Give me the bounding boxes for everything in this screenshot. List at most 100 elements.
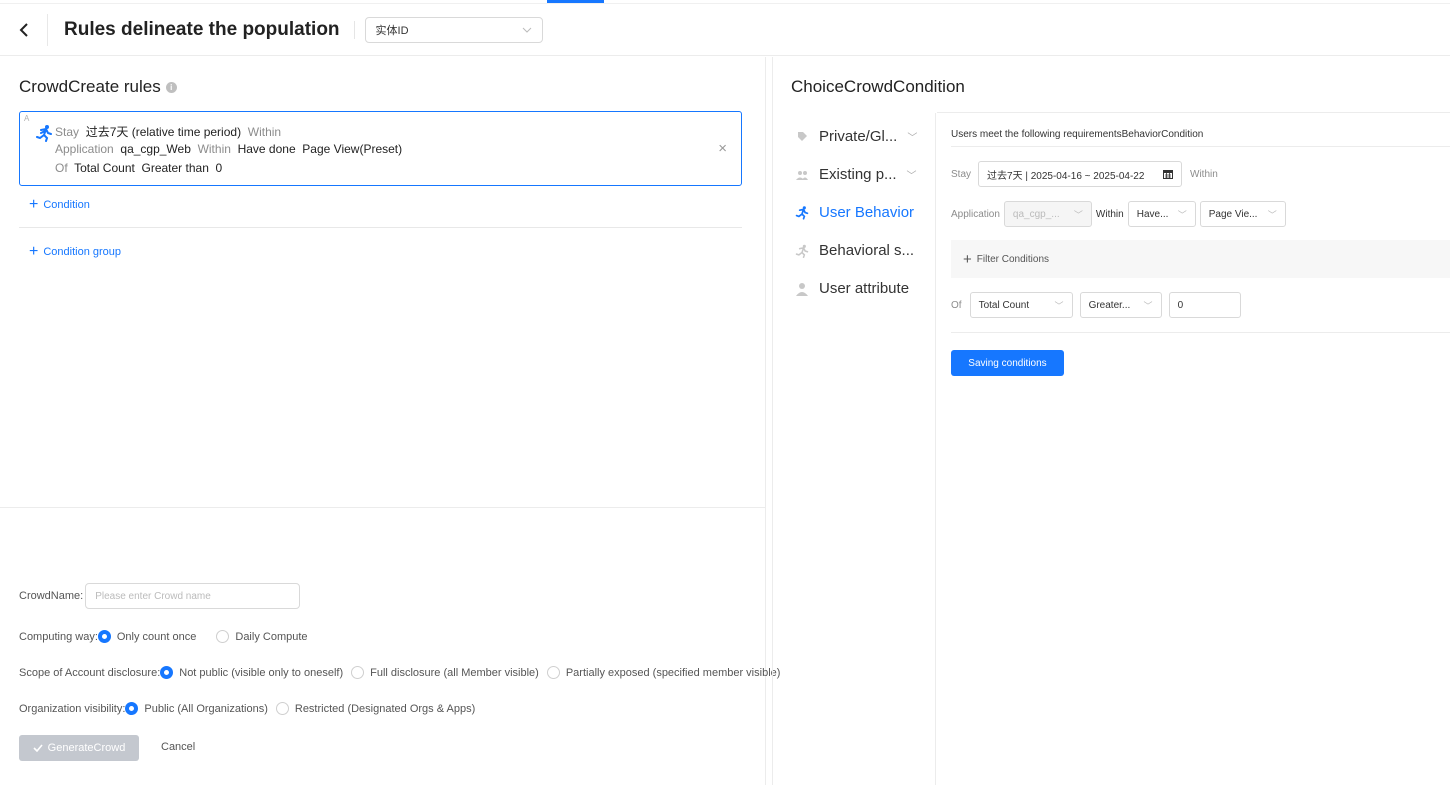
header-divider xyxy=(353,20,355,39)
divider xyxy=(951,146,1450,147)
org-visibility-label: Organization visibility: xyxy=(19,702,126,715)
stay-label: Stay xyxy=(951,168,972,180)
crowd-form xyxy=(0,507,766,728)
entity-id-select[interactable]: 实体ID xyxy=(364,16,543,43)
chevron-down-icon: ﹀ xyxy=(1143,300,1153,311)
crowd-create-rules-title: CrowdCreate rules i xyxy=(19,77,177,97)
chevron-down-icon: ﹀ xyxy=(1054,300,1064,311)
application-select[interactable]: qa_cgp_... ﹀ xyxy=(1003,201,1092,227)
section-title-text: CrowdCreate rules xyxy=(19,77,161,96)
scope-row: Scope of Account disclosure: Not public … xyxy=(19,666,780,679)
filter-conditions-label: Filter Conditions xyxy=(976,253,1050,265)
chevron-down-icon: ﹀ xyxy=(1073,209,1083,220)
date-range-picker[interactable]: 过去7天 | 2025-04-16 ~ 2025-04-22 xyxy=(978,161,1183,187)
condition-panel-title: ChoiceCrowdCondition xyxy=(791,77,965,96)
condition-category-list: Private/Gl... ﹀ Existing p... ﹀ User Beh… xyxy=(773,113,936,785)
add-condition-group-button[interactable]: + Condition group xyxy=(29,243,121,260)
category-user-attribute[interactable]: User attribute xyxy=(795,280,909,297)
rule-within: Within xyxy=(247,125,282,139)
stay-row: Stay 过去7天 | 2025-04-16 ~ 2025-04-22 With… xyxy=(951,161,1218,187)
chevron-down-icon: ﹀ xyxy=(1267,209,1277,220)
scope-partial-radio[interactable] xyxy=(546,666,560,679)
scope-label: Scope of Account disclosure: xyxy=(19,666,161,679)
computing-daily-label[interactable]: Daily Compute xyxy=(235,631,307,643)
crowd-name-input[interactable]: Please enter Crowd name xyxy=(85,583,301,609)
generate-crowd-label: GenerateCrowd xyxy=(47,742,126,754)
category-label: Behavioral s... xyxy=(819,242,915,259)
generate-crowd-button[interactable]: GenerateCrowd xyxy=(19,735,139,761)
metric-value: Total Count xyxy=(978,299,1030,311)
scope-not-public-radio[interactable] xyxy=(160,666,174,679)
chevron-down-icon: ﹀ xyxy=(906,171,917,182)
rule-card[interactable]: A Stay 过去7天 (relative time period) Withi… xyxy=(19,111,742,186)
rule-metric: Total Count xyxy=(74,161,135,175)
category-user-behavior[interactable]: User Behavior xyxy=(795,204,914,221)
metric-row: Of Total Count ﹀ Greater... ﹀ 0 xyxy=(951,292,1241,318)
rule-done: Have done xyxy=(237,142,296,156)
calendar-icon xyxy=(1163,170,1174,179)
category-private-global[interactable]: Private/Gl... ﹀ xyxy=(795,128,917,145)
crowd-name-placeholder: Please enter Crowd name xyxy=(95,590,211,602)
event-select[interactable]: Page Vie... ﹀ xyxy=(1199,201,1286,227)
check-icon xyxy=(33,744,43,752)
org-restricted-label[interactable]: Restricted (Designated Orgs & Apps) xyxy=(295,703,475,715)
computing-once-label[interactable]: Only count once xyxy=(117,631,197,643)
computing-way-row: Computing way: Only count once Daily Com… xyxy=(19,630,308,643)
rule-event: Page View(Preset) xyxy=(302,142,403,156)
have-done-select[interactable]: Have... ﹀ xyxy=(1127,201,1196,227)
add-condition-label: Condition xyxy=(43,199,90,211)
person-icon xyxy=(795,282,809,296)
computing-once-radio[interactable] xyxy=(97,630,111,643)
category-behavioral-sequence[interactable]: Behavioral s... xyxy=(795,242,914,259)
category-existing-population[interactable]: Existing p... ﹀ xyxy=(795,166,917,183)
scope-partial-label[interactable]: Partially exposed (specified member visi… xyxy=(566,667,781,679)
crowd-name-label: CrowdName: xyxy=(19,590,84,602)
save-conditions-button[interactable]: Saving conditions xyxy=(951,350,1064,376)
operator-select[interactable]: Greater... ﹀ xyxy=(1079,292,1162,318)
operator-value: Greater... xyxy=(1088,299,1131,311)
rule-stay-label: Stay xyxy=(55,125,80,139)
event-value: Page Vie... xyxy=(1208,208,1258,220)
back-button[interactable] xyxy=(0,13,48,46)
chevron-left-icon xyxy=(19,22,28,37)
sequence-icon xyxy=(795,244,809,258)
computing-way-label: Computing way: xyxy=(19,630,98,643)
rule-of-label: Of xyxy=(55,161,68,175)
divider xyxy=(19,227,742,228)
rule-operator: Greater than xyxy=(141,161,209,175)
value-input[interactable]: 0 xyxy=(1168,292,1241,318)
add-filter-conditions-button[interactable]: + Filter Conditions xyxy=(951,240,1450,278)
org-public-radio[interactable] xyxy=(125,702,139,715)
category-label: Existing p... xyxy=(819,166,897,183)
condition-panel: ChoiceCrowdCondition Private/Gl... ﹀ Exi… xyxy=(772,57,1450,785)
page-header: Rules delineate the population 实体ID xyxy=(0,4,1450,56)
rule-period: 过去7天 (relative time period) xyxy=(85,125,242,139)
divider xyxy=(951,332,1450,333)
within-label-2: Within xyxy=(1095,208,1124,220)
application-value: qa_cgp_... xyxy=(1012,208,1060,220)
close-icon[interactable]: × xyxy=(718,140,727,157)
info-icon[interactable]: i xyxy=(165,81,177,93)
chevron-down-icon: ﹀ xyxy=(1177,209,1187,220)
chevron-down-icon xyxy=(522,27,531,33)
crowd-name-row: CrowdName: Please enter Crowd name xyxy=(19,583,301,609)
rule-application-label: Application xyxy=(55,142,114,156)
rule-line-metric: Of Total Count Greater than 0 xyxy=(55,161,222,175)
computing-daily-radio[interactable] xyxy=(216,630,230,643)
have-done-value: Have... xyxy=(1136,208,1169,220)
category-label: Private/Gl... xyxy=(819,128,898,145)
add-condition-button[interactable]: + Condition xyxy=(29,197,90,213)
tag-icon xyxy=(795,131,809,142)
scope-full-label[interactable]: Full disclosure (all Member visible) xyxy=(370,667,539,679)
scope-full-radio[interactable] xyxy=(351,666,365,679)
page-title: Rules delineate the population xyxy=(64,18,340,40)
metric-select[interactable]: Total Count ﹀ xyxy=(969,292,1073,318)
org-public-label[interactable]: Public (All Organizations) xyxy=(144,703,268,715)
within-label: Within xyxy=(1190,168,1218,180)
org-restricted-radio[interactable] xyxy=(275,702,289,715)
people-icon xyxy=(795,170,809,180)
scope-not-public-label[interactable]: Not public (visible only to oneself) xyxy=(179,667,343,679)
application-label: Application xyxy=(951,208,1000,220)
cancel-button[interactable]: Cancel xyxy=(161,741,195,753)
plus-icon: + xyxy=(29,243,39,260)
